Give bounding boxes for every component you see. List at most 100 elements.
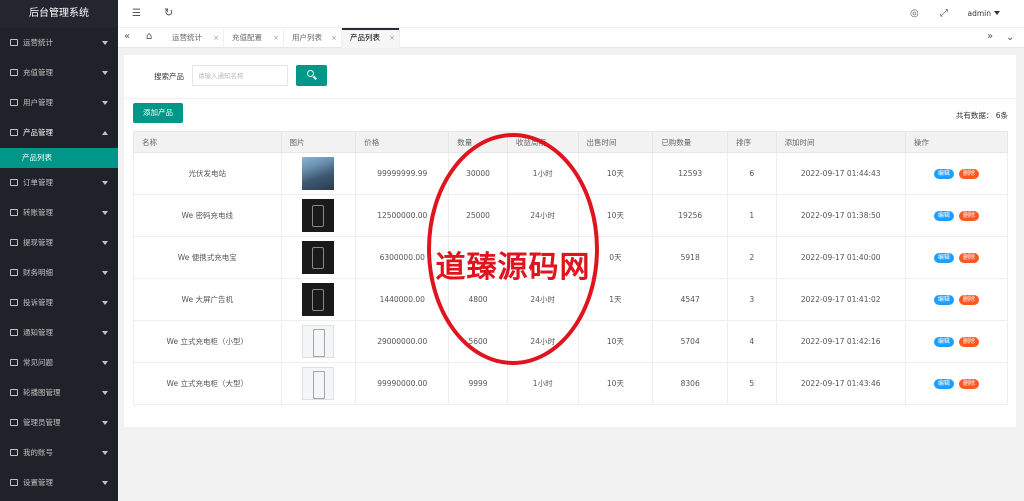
sale-time: 10天	[577, 194, 654, 237]
table-body: 光伏发电站 99999999.99 30000 1小时 10天 12593 6 2022-09…	[133, 152, 1009, 405]
tab[interactable]: 运营统计 ×	[164, 28, 224, 48]
sidebar-item-label: 通知管理	[23, 328, 53, 337]
delete-button[interactable]: 删除	[958, 295, 979, 305]
edit-button[interactable]: 编辑	[933, 379, 954, 389]
chevron-icon	[102, 131, 108, 135]
sidebar-item[interactable]: 投诉管理	[0, 288, 118, 318]
product-name: We 便携式充电宝	[133, 236, 282, 279]
product-name: We 大屏广告机	[133, 278, 282, 321]
table-header: 名称 图片 价格 数量 收益周期 出售时间 已购数量 排序 添加时间 操作	[133, 131, 1009, 153]
sidebar-item[interactable]: 通知管理	[0, 318, 118, 348]
product-image	[302, 199, 335, 232]
sidebar-item[interactable]: 设置管理	[0, 468, 118, 498]
sidebar: 后台管理系统 运营统计 充值管理 用户管理 产品管理 产品列表 订单管理 转账管理 提现管理财…	[0, 0, 118, 501]
sidebar-item-label: 投诉管理	[23, 298, 53, 307]
search-input[interactable]	[192, 65, 288, 86]
tabs-next-icon[interactable]: »	[987, 31, 993, 42]
product-image-cell	[280, 278, 357, 321]
sidebar-subitem-product-list[interactable]: 产品列表	[0, 148, 118, 168]
sidebar-item[interactable]: 转账管理	[0, 198, 118, 228]
table-row: We 立式充电柜（大型） 99990000.00 9999 1小时 10天 8306 5 20…	[133, 362, 1009, 405]
product-table: 名称 图片 价格 数量 收益周期 出售时间 已购数量 排序 添加时间 操作 光伏发电站 999999…	[133, 131, 1009, 405]
delete-button[interactable]: 删除	[958, 253, 979, 263]
sidebar-item[interactable]: 用户管理	[0, 88, 118, 118]
delete-button[interactable]: 删除	[958, 169, 979, 179]
column-header: 添加时间	[775, 131, 906, 153]
edit-button[interactable]: 编辑	[933, 211, 954, 221]
edit-button[interactable]: 编辑	[933, 253, 954, 263]
product-name: We 密码充电线	[133, 194, 282, 237]
theme-icon[interactable]: ◎	[910, 8, 919, 19]
menu-icon	[10, 69, 18, 76]
sidebar-item[interactable]: 充值管理	[0, 58, 118, 88]
edit-button[interactable]: 编辑	[933, 169, 954, 179]
product-name: We 立式充电柜（小型）	[133, 320, 282, 363]
product-image	[302, 283, 335, 316]
sidebar-item[interactable]: 订单管理	[0, 168, 118, 198]
sidebar-nav: 运营统计充值管理用户管理 产品管理 产品列表 订单管理 转账管理 提现管理财务明细投诉管理…	[0, 28, 118, 498]
column-header: 收益周期	[506, 131, 579, 153]
sidebar-item[interactable]: 轮播图管理	[0, 378, 118, 408]
delete-button[interactable]: 删除	[958, 337, 979, 347]
chevron-icon	[102, 181, 108, 185]
sort-order: 6	[727, 152, 777, 195]
sidebar-item-label: 财务明细	[23, 268, 53, 277]
product-image	[302, 367, 335, 400]
add-product-button[interactable]: 添加产品	[133, 103, 183, 123]
row-actions: 编辑 删除	[904, 194, 1009, 237]
close-icon[interactable]: ×	[331, 28, 337, 48]
tab-bar: « ⌂ 运营统计 × 充值配置 × 用户列表 × 产品列表 × » ⌄	[118, 28, 1024, 48]
column-header: 名称	[133, 131, 282, 153]
delete-button[interactable]: 删除	[958, 379, 979, 389]
sidebar-item[interactable]: 产品管理	[0, 118, 118, 148]
column-header: 排序	[727, 131, 777, 153]
bought-count: 12593	[652, 152, 729, 195]
column-header: 操作	[904, 131, 1009, 153]
added-time: 2022-09-17 01:44:43	[775, 152, 906, 195]
home-icon[interactable]: ⌂	[146, 31, 152, 42]
menu-toggle-icon[interactable]: ☰	[132, 8, 141, 19]
close-icon[interactable]: ×	[213, 28, 219, 48]
tabs-prev-icon[interactable]: «	[124, 31, 130, 42]
chevron-icon	[102, 241, 108, 245]
search-button[interactable]	[296, 65, 327, 86]
sale-time: 1天	[577, 278, 654, 321]
sale-time: 0天	[577, 236, 654, 279]
sidebar-item[interactable]: 提现管理	[0, 228, 118, 258]
product-qty: 5600	[448, 320, 508, 363]
chevron-icon	[102, 361, 108, 365]
bought-count: 4547	[652, 278, 729, 321]
table-row: We 大屏广告机 1440000.00 4800 24小时 1天 4547 3 2022-09…	[133, 278, 1009, 321]
row-actions: 编辑 删除	[904, 278, 1009, 321]
sidebar-item[interactable]: 财务明细	[0, 258, 118, 288]
sidebar-item[interactable]: 运营统计	[0, 28, 118, 58]
sidebar-item[interactable]: 管理员管理	[0, 408, 118, 438]
close-icon[interactable]: ×	[389, 28, 395, 48]
added-time: 2022-09-17 01:41:02	[775, 278, 906, 321]
fullscreen-icon[interactable]: ⤢	[940, 8, 948, 19]
table-row: We 密码充电线 12500000.00 25000 24小时 10天 19256 1 202…	[133, 194, 1009, 237]
tab-label: 用户列表	[292, 33, 322, 42]
added-time: 2022-09-17 01:38:50	[775, 194, 906, 237]
sidebar-item-label: 运营统计	[23, 38, 53, 47]
close-icon[interactable]: ×	[273, 28, 279, 48]
sidebar-item-label: 充值管理	[23, 68, 53, 77]
added-time: 2022-09-17 01:42:16	[775, 320, 906, 363]
tab[interactable]: 产品列表 ×	[342, 28, 400, 48]
refresh-icon[interactable]: ↻	[164, 6, 173, 19]
edit-button[interactable]: 编辑	[933, 295, 954, 305]
chevron-icon	[102, 211, 108, 215]
row-actions: 编辑 删除	[904, 152, 1009, 195]
sort-order: 3	[727, 278, 777, 321]
tabs-menu-icon[interactable]: ⌄	[1006, 32, 1014, 43]
tab[interactable]: 用户列表 ×	[284, 28, 342, 48]
edit-button[interactable]: 编辑	[933, 337, 954, 347]
profit-cycle: 24小时	[506, 194, 579, 237]
sidebar-item[interactable]: 常见问题	[0, 348, 118, 378]
tab-label: 产品列表	[350, 33, 380, 42]
delete-button[interactable]: 删除	[958, 211, 979, 221]
user-menu[interactable]: admin	[968, 9, 1001, 18]
sidebar-item-label: 管理员管理	[23, 418, 61, 427]
tab[interactable]: 充值配置 ×	[224, 28, 284, 48]
sidebar-item[interactable]: 我的账号	[0, 438, 118, 468]
